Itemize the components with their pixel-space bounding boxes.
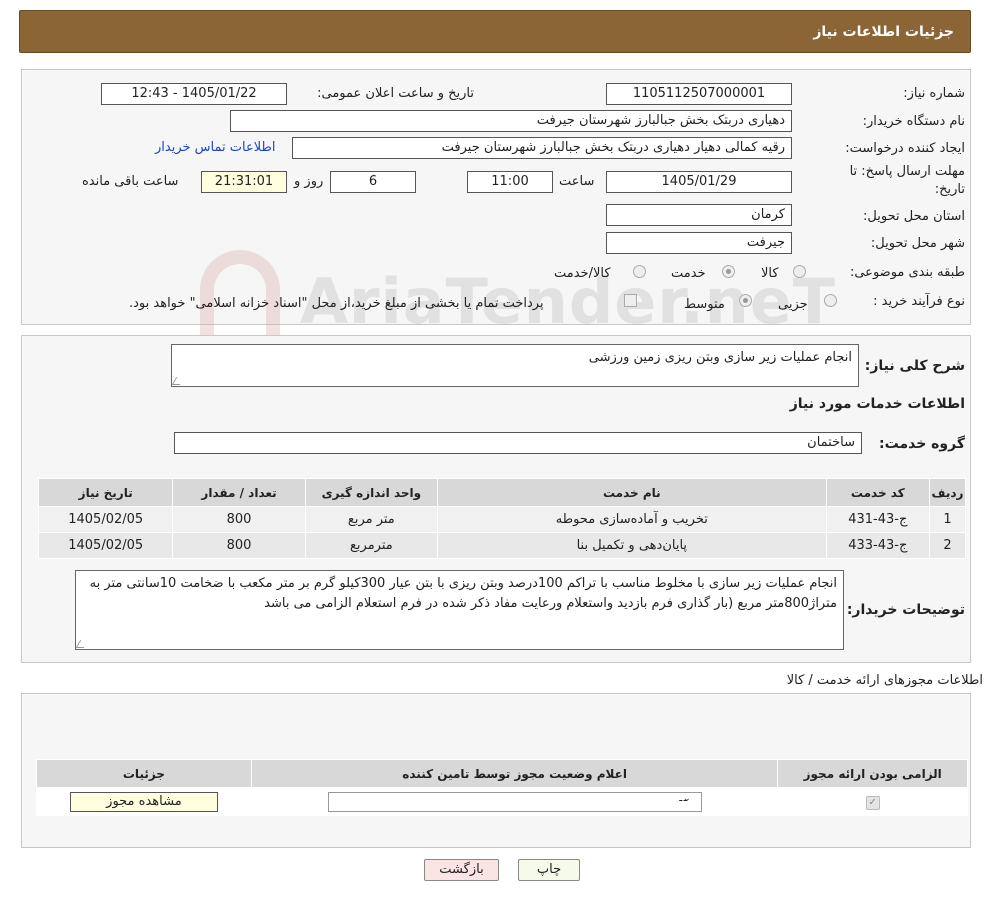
- chevron-down-icon: ⌄: [682, 792, 692, 804]
- deadline-time-field: 11:00: [467, 171, 553, 193]
- days-field: 6: [330, 171, 416, 193]
- deadline-label: مهلت ارسال پاسخ: تا: [849, 164, 965, 179]
- process-medium-label: متوسط: [684, 297, 725, 312]
- summary-text: انجام عملیات زیر سازی وبتن ریزی زمین ورز…: [588, 350, 852, 365]
- cell-qty: 800: [172, 506, 306, 533]
- process-radio-medium[interactable]: [739, 294, 752, 307]
- services-heading: اطلاعات خدمات مورد نیاز: [789, 396, 965, 412]
- province-field: کرمان: [606, 204, 792, 226]
- table-row: 1 ج-43-431 تخریب و آماده‌سازی محوطه متر …: [37, 506, 967, 533]
- permits-table-header: الزامی بودن ارائه مجوز اعلام وضعیت مجوز …: [36, 759, 968, 788]
- buyer-org-label: نام دستگاه خریدار:: [862, 114, 965, 129]
- table-row: 2 ج-43-433 پایان‌دهی و تکمیل بنا مترمربع…: [37, 532, 967, 559]
- col-code: کد خدمت: [825, 478, 930, 507]
- cell-qty: 800: [172, 532, 306, 559]
- creator-label: ایجاد کننده درخواست:: [845, 141, 965, 156]
- province-label: استان محل تحویل:: [863, 209, 965, 224]
- cell-name: تخریب و آماده‌سازی محوطه: [437, 506, 827, 533]
- col-supplier-status: اعلام وضعیت مجوز توسط تامین کننده: [250, 759, 779, 788]
- cell-row: 1: [928, 506, 967, 533]
- process-note: پرداخت تمام یا بخشی از مبلغ خرید،از محل …: [129, 296, 544, 311]
- cell-date: 1405/02/05: [37, 532, 174, 559]
- cell-unit: مترمربع: [304, 532, 439, 559]
- service-group-label: گروه خدمت:: [879, 436, 965, 452]
- summary-textarea[interactable]: انجام عملیات زیر سازی وبتن ریزی زمین ورز…: [171, 344, 859, 387]
- city-label: شهر محل تحویل:: [870, 236, 965, 251]
- process-radio-minor[interactable]: [824, 294, 837, 307]
- services-table: ردیف کد خدمت نام خدمت واحد اندازه گیری ت…: [37, 478, 967, 559]
- days-label: روز و: [294, 174, 324, 189]
- col-row: ردیف: [928, 478, 967, 507]
- view-permit-button[interactable]: مشاهده مجوز: [69, 791, 218, 812]
- need-number-label: شماره نیاز:: [903, 86, 965, 101]
- cell-required: ✓: [777, 787, 968, 816]
- col-date: تاریخ نیاز: [37, 478, 174, 507]
- required-checkbox: ✓: [865, 795, 880, 810]
- time-label: ساعت: [559, 174, 595, 189]
- cell-code: ج-43-433: [825, 532, 930, 559]
- cell-date: 1405/02/05: [37, 506, 174, 533]
- need-number-field: 1105112507000001: [606, 83, 792, 105]
- cell-details: مشاهده مجوز: [36, 787, 252, 816]
- buyer-notes-text: انجام عملیات زیر سازی با مخلوط مناسب با …: [89, 576, 837, 611]
- col-name: نام خدمت: [437, 478, 827, 507]
- buyer-org-field: دهیاری دربتک بخش جبالبارز شهرستان جیرفت: [230, 110, 792, 132]
- summary-label: شرح کلی نیاز:: [864, 358, 965, 374]
- back-button[interactable]: بازگشت: [424, 859, 499, 881]
- city-field: جیرفت: [606, 232, 792, 254]
- need-info-panel: [21, 69, 971, 325]
- category-goods-label: کالا: [761, 266, 779, 281]
- deadline-label-2: تاریخ:: [934, 182, 965, 197]
- remaining-time-field: 21:31:01: [201, 171, 287, 193]
- creator-field: رقیه کمالی دهیار دهیاری دربتک بخش جبالبا…: [292, 137, 792, 159]
- announce-field: 1405/01/22 - 12:43: [101, 83, 287, 105]
- resize-grip-icon: [75, 640, 89, 648]
- buyer-contact-link[interactable]: اطلاعات تماس خریدار: [155, 140, 275, 155]
- col-required: الزامی بودن ارائه مجوز: [777, 759, 968, 788]
- permits-heading: اطلاعات مجوزهای ارائه خدمت / کالا: [786, 673, 983, 688]
- cell-name: پایان‌دهی و تکمیل بنا: [437, 532, 827, 559]
- col-qty: تعداد / مقدار: [172, 478, 306, 507]
- category-radio-service[interactable]: [722, 265, 735, 278]
- announce-label: تاریخ و ساعت اعلان عمومی:: [317, 86, 474, 101]
- permit-status-select[interactable]: -- ⌄: [327, 791, 702, 812]
- treasury-checkbox[interactable]: [624, 294, 637, 307]
- category-service-label: خدمت: [671, 266, 706, 281]
- category-both-label: کالا/خدمت: [554, 266, 611, 281]
- remaining-label: ساعت باقی مانده: [82, 174, 179, 189]
- print-button[interactable]: چاپ: [518, 859, 580, 881]
- service-group-field: ساختمان: [174, 432, 862, 454]
- deadline-date-field: 1405/01/29: [606, 171, 792, 193]
- category-label: طبقه بندی موضوعی:: [849, 265, 965, 280]
- page-title: جزئیات اطلاعات نیاز: [813, 24, 954, 40]
- category-radio-both[interactable]: [633, 265, 646, 278]
- cell-unit: متر مربع: [304, 506, 439, 533]
- table-row: ✓ -- ⌄ مشاهده مجوز: [36, 787, 968, 816]
- page-header: جزئیات اطلاعات نیاز: [19, 10, 971, 53]
- process-label: نوع فرآیند خرید :: [873, 294, 965, 309]
- col-unit: واحد اندازه گیری: [304, 478, 439, 507]
- services-table-header: ردیف کد خدمت نام خدمت واحد اندازه گیری ت…: [37, 478, 967, 507]
- process-minor-label: جزیی: [778, 297, 808, 312]
- category-radio-goods[interactable]: [793, 265, 806, 278]
- resize-grip-icon: [171, 377, 185, 385]
- cell-row: 2: [928, 532, 967, 559]
- col-details: جزئیات: [36, 759, 252, 788]
- buyer-notes-textarea[interactable]: انجام عملیات زیر سازی با مخلوط مناسب با …: [75, 570, 844, 650]
- permits-table: الزامی بودن ارائه مجوز اعلام وضعیت مجوز …: [36, 759, 968, 816]
- cell-supplier-status: -- ⌄: [250, 787, 779, 816]
- cell-code: ج-43-431: [825, 506, 930, 533]
- buyer-notes-label: توضیحات خریدار:: [846, 602, 965, 618]
